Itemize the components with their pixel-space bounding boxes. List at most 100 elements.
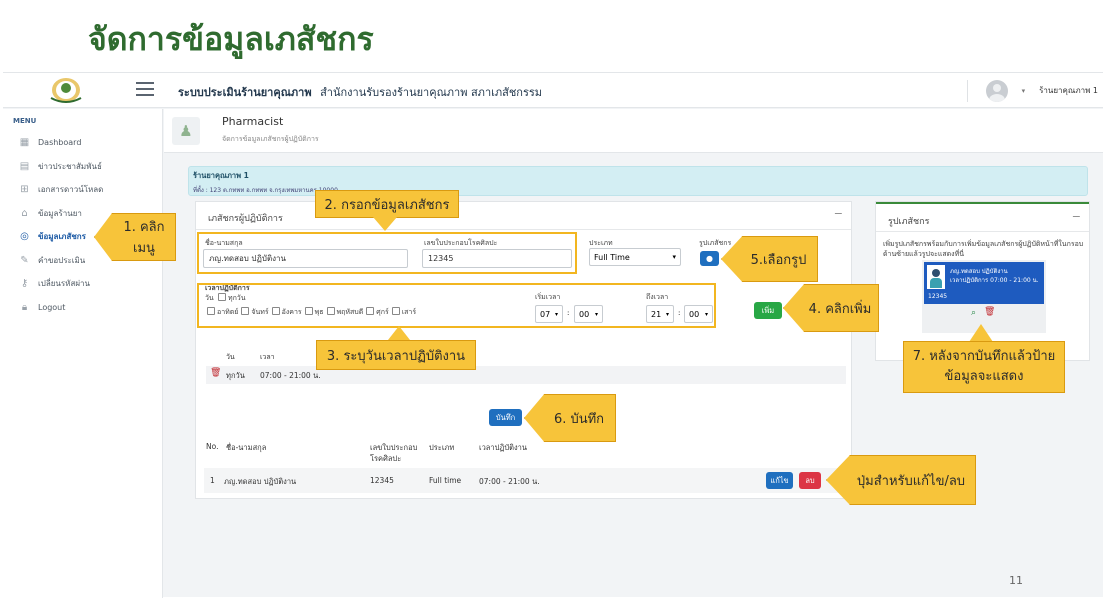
callout-text: 6. บันทึก [553,411,605,427]
schedule-time: 07:00 - 21:00 น. [260,371,321,380]
callout-text: 5.เลือกรูป [750,252,807,268]
download-icon: ⊞ [20,184,29,196]
card-license: 12345 [928,293,948,300]
page-number: 11 [1009,574,1023,587]
home-icon: ⌂ [21,207,28,219]
photo-panel-title: รูปเภสัชกร [888,217,930,227]
pharmacist-card: ภญ.ทดสอบ ปฏิบัติงาน เวลาปฏิบัติการ 07:00… [924,262,1044,304]
chevron-down-icon[interactable]: ▾ [1022,87,1026,95]
edit-button[interactable]: แก้ไข [766,472,793,489]
panel-title: เภสัชกรผู้ปฏิบัติการ [208,214,283,224]
trash-icon[interactable]: 🗑︎ [210,368,221,378]
panel-accent [876,202,1089,204]
person-icon [932,269,940,277]
save-button[interactable]: บันทึก [489,409,522,426]
user-menu[interactable]: ▾ ร้านยาคุณภาพ 1 [966,78,1098,103]
pharmacy-logo-icon[interactable] [43,76,89,106]
callout-text: ปุ่มสำหรับแก้ไข/ลบ [856,473,966,489]
slide-title: จัดการข้อมูลเภสัชกร [88,20,374,58]
key-icon: ⚷ [20,278,29,290]
photo-panel-description: เพิ่มรูปเภสัชกรพร้อมกับการเพิ่มข้อมูลเภส… [883,240,1084,258]
edit-icon: ✎ [20,254,29,266]
panel-divider [876,231,1089,232]
sidebar-item-news[interactable]: ▤ ข่าวประชาสัมพันธ์ [3,155,162,179]
card-time: เวลาปฏิบัติการ 07:00 - 21:00 น. [950,277,1039,284]
sidebar-item-downloads[interactable]: ⊞ เอกสารดาวน์โหลด [3,178,162,202]
system-name: ระบบประเมินร้านยาคุณภาพ [178,86,312,99]
table-header-license: เลขใบประกอบ โรคศิลปะ [370,443,418,463]
sidebar-item-dashboard[interactable]: ▦ Dashboard [3,131,162,155]
collapse-icon[interactable]: − [1072,210,1081,223]
sidebar: MENU ▦ Dashboard ▤ ข่าวประชาสัมพันธ์ ⊞ เอกส… [3,109,163,598]
table-header-no: No. [206,442,219,451]
shop-name: ร้านยาคุณภาพ 1 [193,171,249,180]
callout-2-fill-data: 2. กรอกข้อมูลเภสัชกร [315,190,459,218]
lock-icon: 🔒︎ [21,301,28,313]
table-row: 1 ภญ.ทดสอบ ปฏิบัติงาน 12345 Full time 07… [204,468,844,493]
app-window: ระบบประเมินร้านยาคุณภาพ สำนักงานรับรองร้… [3,72,1103,598]
news-icon: ▤ [19,160,30,172]
sidebar-item-label: คำขอประเมิน [38,255,86,265]
schedule-col-day: วัน [226,353,235,361]
sidebar-item-label: เปลี่ยนรหัสผ่าน [38,279,90,289]
sidebar-item-label: Logout [38,302,66,312]
panel-divider [196,229,851,230]
callout-7-card-shown: 7. หลังจากบันทึกแล้วป้ายข้อมูลจะแสดง [903,341,1065,393]
callout-text: 3. ระบุวันเวลาปฏิบัติงาน [326,348,466,364]
grid-icon: ▦ [19,137,30,149]
callout-text: 7. หลังจากบันทึกแล้วป้ายข้อมูลจะแสดง [912,349,1056,384]
sidebar-item-change-password[interactable]: ⚷ เปลี่ยนรหัสผ่าน [3,272,162,296]
avatar[interactable] [985,79,1008,102]
user-name[interactable]: ร้านยาคุณภาพ 1 [1039,84,1098,97]
collapse-icon[interactable]: − [834,207,843,220]
topbar-divider [966,79,968,102]
sidebar-item-label: ข่าวประชาสัมพันธ์ [38,161,102,171]
table-header-name: ชื่อ-นามสกุล [226,443,267,452]
select-photo-button[interactable]: ● [700,251,719,266]
table-header-time: เวลาปฏิบัติงาน [479,443,528,452]
photo-label: รูปเภสัชกร [699,239,732,247]
highlight-name-license [197,232,577,274]
sidebar-item-label: ข้อมูลร้านยา [38,208,82,218]
sidebar-item-label: เอกสารดาวน์โหลด [38,185,104,195]
cell-name: ภญ.ทดสอบ ปฏิบัติงาน [224,477,297,486]
callout-text: 4. คลิกเพิ่ม [808,301,872,317]
cell-time: 07:00 - 21:00 น. [479,477,540,486]
person-body-icon [930,278,942,288]
type-select-value: Full Time [594,252,630,262]
add-button[interactable]: เพิ่ม [754,302,782,319]
main-content: ♟ Pharmacist จัดการข้อมูลเภสัชกรผู้ปฏิบั… [164,109,1103,499]
chevron-down-icon: ▾ [672,253,676,261]
sidebar-item-logout[interactable]: 🔒︎ Logout [3,296,162,320]
page-title: Pharmacist [222,115,284,128]
cell-no: 1 [210,476,215,485]
delete-button[interactable]: ลบ [799,472,821,489]
cell-license: 12345 [370,476,394,485]
table-header-type: ประเภท [429,443,455,452]
sidebar-item-label: ข้อมูลเภสัชกร [38,232,86,242]
pharmacist-icon: ♟ [172,117,200,145]
page-subtitle: จัดการข้อมูลเภสัชกรผู้ปฏิบัติการ [222,135,319,143]
menu-toggle-icon[interactable] [136,82,154,96]
top-bar: ระบบประเมินร้านยาคุณภาพ สำนักงานรับรองร้… [3,73,1103,108]
callout-edit-delete: ปุ่มสำหรับแก้ไข/ลบ [826,455,976,505]
camera-icon: ● [706,254,713,263]
menu-heading: MENU [13,117,37,125]
trash-icon[interactable]: 🗑︎ [984,307,995,317]
system-title: ระบบประเมินร้านยาคุณภาพ สำนักงานรับรองร้… [178,83,542,101]
pharmacist-photo [927,265,945,289]
schedule-row: 🗑︎ ทุกวัน 07:00 - 21:00 น. [206,366,846,384]
highlight-work-time [197,283,716,328]
callout-text: 1. คลิกเมนู [123,220,165,256]
cell-type: Full time [429,476,462,485]
schedule-day: ทุกวัน [226,371,245,380]
zoom-icon[interactable]: ⌕ [971,308,976,318]
system-org: สำนักงานรับรองร้านยาคุณภาพ สภาเภสัชกรรม [320,86,543,99]
sidebar-item-label: Dashboard [38,138,82,148]
page-header: ♟ Pharmacist จัดการข้อมูลเภสัชกรผู้ปฏิบั… [164,109,1103,153]
user-icon: ◎ [20,231,29,243]
callout-3-work-time: 3. ระบุวันเวลาปฏิบัติงาน [316,340,476,370]
schedule-col-time: เวลา [260,353,275,361]
type-select[interactable]: Full Time ▾ [589,248,681,266]
callout-text: 2. กรอกข้อมูลเภสัชกร [324,197,450,213]
